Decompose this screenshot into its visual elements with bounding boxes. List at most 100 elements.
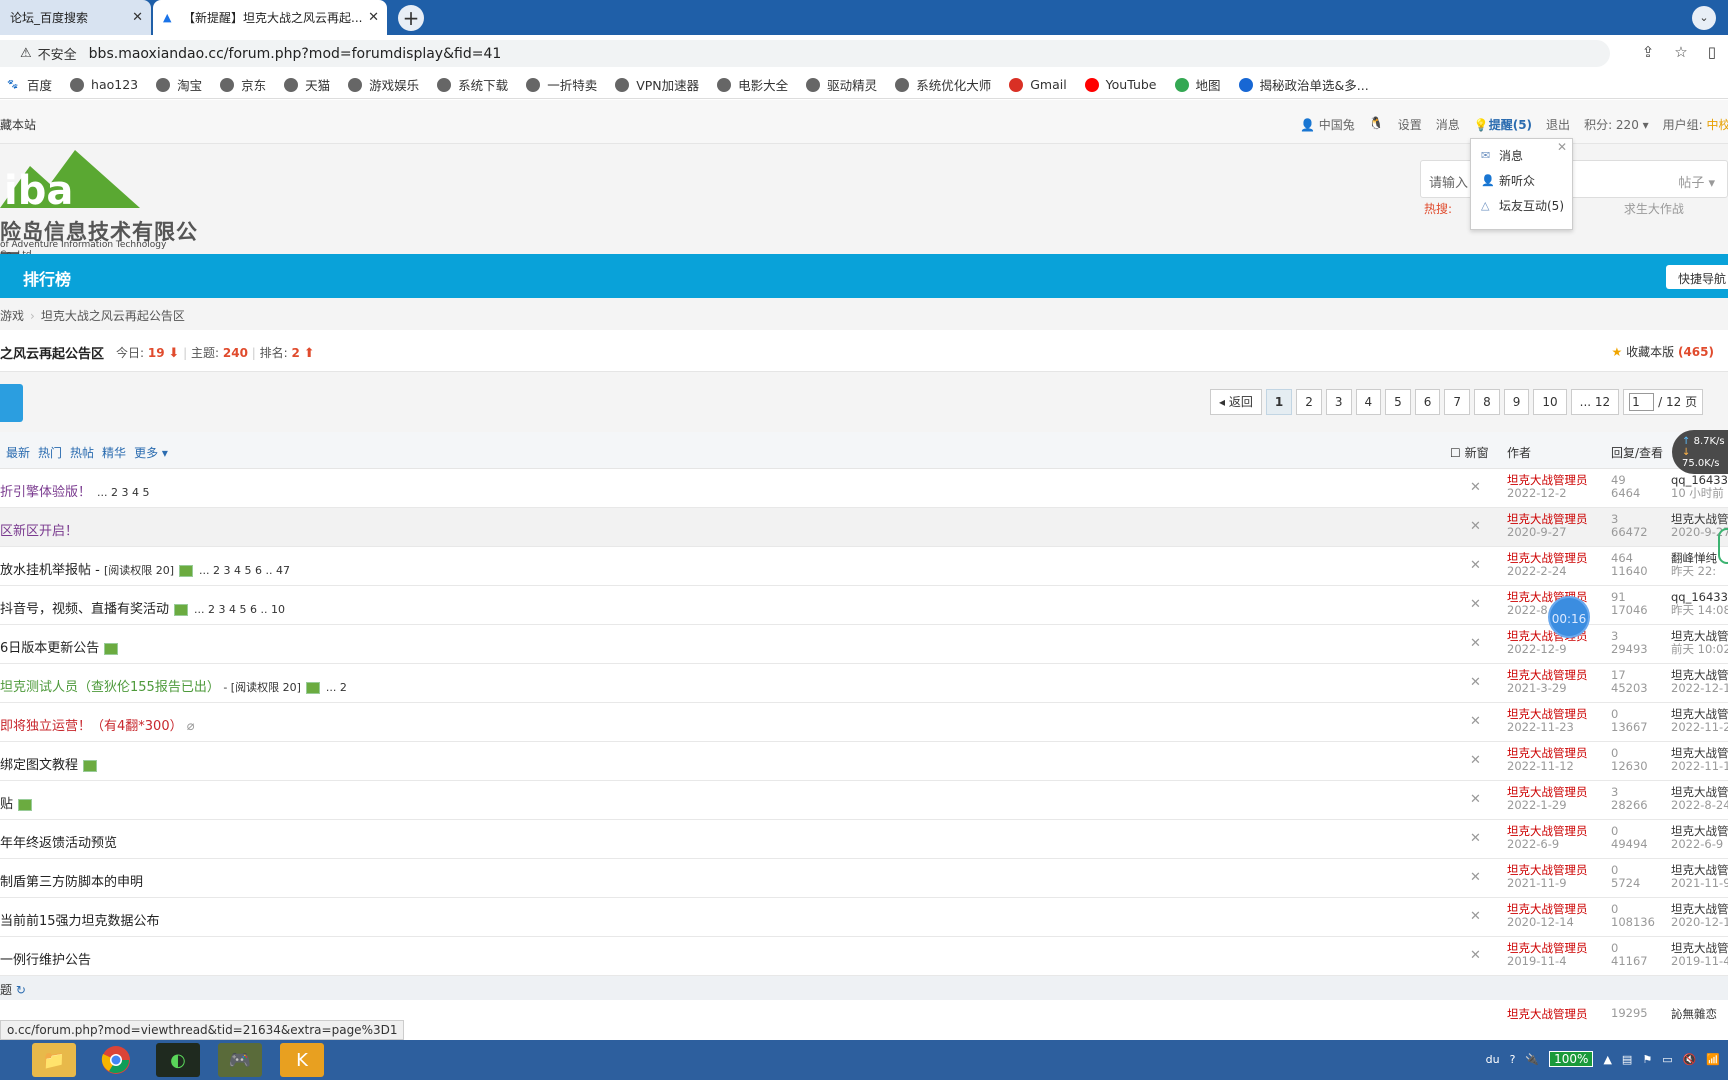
thread-page-links[interactable]: ... 2 3 4 5 6 .. 10: [194, 603, 285, 616]
bookmark-item[interactable]: 游戏娱乐: [348, 75, 419, 94]
thread-author[interactable]: 坦克大战管理员: [1507, 1006, 1588, 1022]
bookmark-item[interactable]: 驱动精灵: [806, 75, 877, 94]
bookmark-item[interactable]: 天猫: [284, 75, 330, 94]
close-icon[interactable]: ✕: [1470, 597, 1481, 612]
sidebar-icon[interactable]: ▯: [1708, 43, 1716, 61]
search-input[interactable]: 请输入: [1429, 172, 1468, 191]
chevron-up-icon[interactable]: ▲: [1603, 1053, 1611, 1066]
table-row[interactable]: 一例行维护公告 ✕ 坦克大战管理员 2019-11-4 0 41167 坦克大战管 2019-…: [0, 937, 1728, 976]
close-icon[interactable]: ✕: [1470, 909, 1481, 924]
flag-icon[interactable]: ⚑: [1642, 1053, 1652, 1066]
new-tab-button[interactable]: +: [398, 5, 424, 31]
table-row[interactable]: 坦克测试人员（查狄伦155报告已出） - [阅读权限 20] ... 2 ✕ 坦克大战…: [0, 664, 1728, 703]
last-post-time[interactable]: 2022-11-12: [1671, 760, 1728, 773]
page-link[interactable]: 2: [1296, 389, 1322, 415]
close-icon[interactable]: ✕: [1470, 636, 1481, 651]
new-post-button[interactable]: [0, 384, 23, 422]
close-icon[interactable]: ✕: [1470, 558, 1481, 573]
hot-item-link[interactable]: 求生大作战: [1624, 202, 1684, 216]
battery-indicator[interactable]: 100%: [1549, 1051, 1594, 1067]
filter-digest[interactable]: 精华: [102, 444, 126, 461]
thread-title-link[interactable]: 抖音号，视频、直播有奖活动: [0, 602, 169, 617]
close-icon[interactable]: ✕: [132, 10, 143, 25]
thread-page-links[interactable]: ... 2 3 4 5 6 .. 47: [199, 564, 290, 577]
chrome-icon[interactable]: [94, 1043, 138, 1077]
game-icon[interactable]: 🎮: [218, 1043, 262, 1077]
table-row[interactable]: 制盾第三方防脚本的申明 ✕ 坦克大战管理员 2021-11-9 0 5724 坦克大战管 20…: [0, 859, 1728, 898]
last-post-time[interactable]: 2021-11-9: [1671, 877, 1728, 890]
app-k-icon[interactable]: K: [280, 1043, 324, 1077]
thread-page-links[interactable]: ... 2: [326, 681, 347, 694]
table-row[interactable]: 年年终返馈活动预览 ✕ 坦克大战管理员 2022-6-9 0 49494 坦克大战管 2022…: [0, 820, 1728, 859]
thread-title-link[interactable]: 制盾第三方防脚本的申明: [0, 875, 143, 890]
last-post-time[interactable]: 10 小时前: [1671, 487, 1728, 500]
bookmark-item[interactable]: hao123: [70, 77, 138, 92]
recording-timer[interactable]: 00:16: [1548, 596, 1590, 638]
user-name-link[interactable]: 👤 中国兔: [1300, 116, 1355, 133]
help-icon[interactable]: ?: [1510, 1053, 1516, 1066]
network-icon[interactable]: ▤: [1622, 1053, 1632, 1066]
search-box[interactable]: 请输入 帖子 ▾: [1420, 160, 1728, 198]
tab-forum[interactable]: ▲ 【新提醒】坦克大战之风云再起... ✕: [153, 0, 387, 35]
popup-item-interactions[interactable]: △ 坛友互动(5): [1481, 197, 1564, 214]
page-link[interactable]: 6: [1414, 389, 1441, 415]
close-icon[interactable]: ✕: [1470, 870, 1481, 885]
last-post-user[interactable]: 訫無雜恋: [1671, 1006, 1717, 1022]
table-row[interactable]: 贴 ✕ 坦克大战管理员 2022-1-29 3 28266 坦克大战管 2022-8-24: [0, 781, 1728, 820]
page-link[interactable]: ... 12: [1570, 389, 1620, 415]
url-field[interactable]: ⚠ 不安全 bbs.maoxiandao.cc/forum.php?mod=fo…: [0, 40, 1610, 67]
bookmark-item[interactable]: 淘宝: [156, 75, 202, 94]
table-row[interactable]: 即将独立运营！（有4翻*300） ⌀ ✕ 坦克大战管理员 2022-11-23 0 136…: [0, 703, 1728, 742]
page-link[interactable]: 3: [1325, 389, 1352, 415]
thread-title-link[interactable]: 坦克测试人员（查狄伦155报告已出）: [0, 680, 220, 695]
page-link[interactable]: 8: [1474, 389, 1500, 415]
thread-title-link[interactable]: 一例行维护公告: [0, 953, 91, 968]
table-row[interactable]: 绑定图文教程 ✕ 坦克大战管理员 2022-11-12 0 12630 坦克大战管 2022-…: [0, 742, 1728, 781]
table-row[interactable]: 6日版本更新公告 ✕ 坦克大战管理员 2022-12-9 3 29493 坦克大战管 前天 1…: [0, 625, 1728, 664]
file-explorer-icon[interactable]: 📁: [32, 1043, 76, 1077]
page-link[interactable]: 4: [1355, 389, 1382, 415]
last-post-time[interactable]: 前天 10:02: [1671, 643, 1728, 656]
thread-title-link[interactable]: 折引擎体验版！: [0, 485, 91, 500]
popup-item-followers[interactable]: 👤 新听众: [1481, 172, 1535, 189]
close-icon[interactable]: ✕: [1470, 753, 1481, 768]
thread-title-link[interactable]: 年年终返馈活动预览: [0, 836, 117, 851]
bookmark-site-link[interactable]: 藏本站: [0, 116, 36, 133]
points-link[interactable]: 积分: 220 ▾: [1584, 116, 1649, 133]
thread-title-link[interactable]: 即将独立运营！（有4翻*300）: [0, 719, 183, 734]
page-link[interactable]: 1: [1265, 389, 1293, 415]
page-link[interactable]: 9: [1503, 389, 1530, 415]
share-icon[interactable]: ⇪: [1642, 43, 1655, 61]
last-post-time[interactable]: 2022-12-1: [1671, 682, 1728, 695]
thread-title-link[interactable]: 绑定图文教程: [0, 758, 78, 773]
tab-baidu-search[interactable]: 论坛_百度搜索 ✕: [0, 0, 151, 35]
refresh-icon[interactable]: ↻: [16, 983, 26, 997]
logout-link[interactable]: 退出: [1546, 116, 1570, 133]
bookmark-item[interactable]: 🐾 百度: [6, 75, 52, 94]
filter-hot[interactable]: 热门: [38, 444, 62, 461]
bookmark-item[interactable]: 地图: [1174, 75, 1221, 94]
thread-title-link[interactable]: 放水挂机举报帖 -: [0, 563, 104, 578]
last-post-time[interactable]: 2022-11-23: [1671, 721, 1728, 734]
thread-title-link[interactable]: 6日版本更新公告: [0, 641, 99, 656]
filter-hot-posts[interactable]: 热帖: [70, 444, 94, 461]
floating-widget-icon[interactable]: [1718, 528, 1728, 564]
bookmark-item[interactable]: 电影大全: [717, 75, 788, 94]
thread-title-link[interactable]: 区新区开启！: [0, 524, 78, 539]
close-icon[interactable]: ✕: [1470, 519, 1481, 534]
star-icon[interactable]: ☆: [1674, 43, 1687, 61]
settings-link[interactable]: 设置: [1398, 116, 1422, 133]
page-jump-input[interactable]: 1: [1629, 393, 1655, 411]
table-row[interactable]: 折引擎体验版！ ... 2 3 4 5 ✕ 坦克大战管理员 2022-12-2 49 646…: [0, 469, 1728, 508]
popup-item-messages[interactable]: ✉ 消息: [1481, 147, 1523, 164]
close-icon[interactable]: ✕: [1470, 948, 1481, 963]
last-post-time[interactable]: 2022-8-24: [1671, 799, 1728, 812]
nav-item-ranking[interactable]: 排行榜: [23, 266, 71, 290]
close-icon[interactable]: ✕: [1470, 714, 1481, 729]
page-link[interactable]: 7: [1444, 389, 1471, 415]
filter-latest[interactable]: 最新: [6, 444, 30, 461]
breadcrumb-item[interactable]: 游戏: [0, 309, 24, 323]
last-post-time[interactable]: 昨天 22:: [1671, 565, 1728, 578]
thread-page-links[interactable]: ... 2 3 4 5: [97, 486, 149, 499]
bookmark-item[interactable]: 京东: [220, 75, 266, 94]
